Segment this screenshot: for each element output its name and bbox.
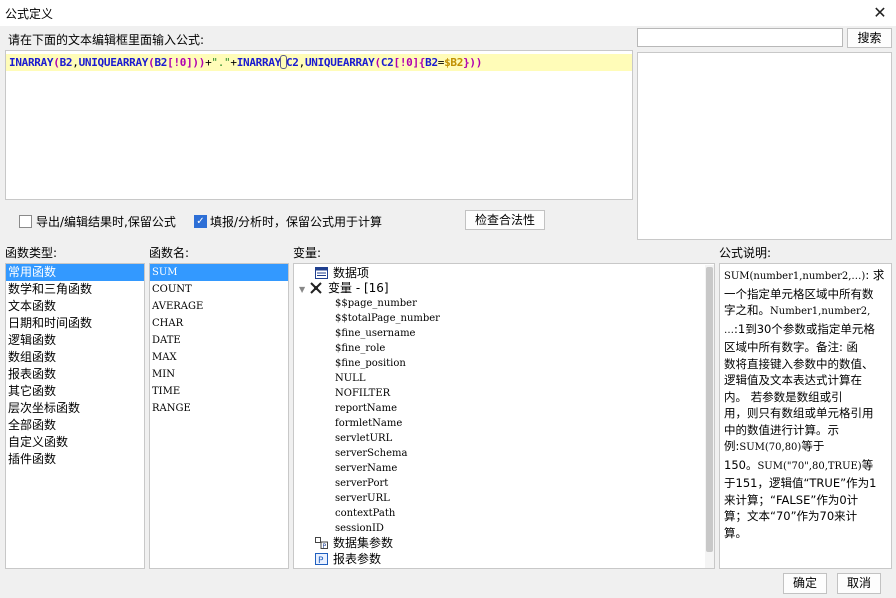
variable-item[interactable]: NOFILTER <box>335 386 390 401</box>
variable-item[interactable]: servletURL <box>335 431 392 446</box>
description-text: 区域中所有数字。备注: 函 <box>724 340 859 354</box>
variable-item[interactable]: formletName <box>335 416 402 431</box>
check-validity-button[interactable]: 检查合法性 <box>465 210 545 230</box>
variable-item[interactable]: $fine_position <box>335 356 406 371</box>
scroll-thumb[interactable] <box>706 267 713 552</box>
description-text: 用，则只有数组或单元格引用 <box>724 406 874 420</box>
description-header: 公式说明: <box>719 246 772 260</box>
description-text: 数将直接键入参数中的数值、 <box>724 356 874 371</box>
close-icon[interactable]: ✕ <box>870 3 890 23</box>
variable-item[interactable]: $fine_role <box>335 341 385 356</box>
cancel-button[interactable]: 取消 <box>837 573 881 594</box>
window-title: 公式定义 <box>5 7 54 21</box>
variable-item[interactable]: NULL <box>335 371 365 386</box>
description-text: 等于 <box>801 439 825 453</box>
function-type-item[interactable]: 其它函数 <box>6 383 144 400</box>
function-name-item[interactable]: RANGE <box>150 400 288 417</box>
function-type-item[interactable]: 数组函数 <box>6 349 144 366</box>
variable-item[interactable]: serverSchema <box>335 446 407 461</box>
description-text: 算；文本“70”作为70来计 <box>724 509 858 523</box>
description-text: 算。 <box>724 525 747 540</box>
description-text: :1到30个参数或指定单元格 <box>734 321 875 336</box>
variable-item[interactable]: contextPath <box>335 506 395 521</box>
search-button[interactable]: 搜索 <box>847 28 892 48</box>
description-text: Number1,number2, <box>770 306 871 317</box>
description-text: 字之和。 <box>724 303 770 317</box>
function-type-item[interactable]: 报表函数 <box>6 366 144 383</box>
function-name-item[interactable]: SUM <box>150 264 288 281</box>
dataset-param-icon: P <box>315 537 328 550</box>
formula-text[interactable]: INARRAY(B2,UNIQUEARRAY(B2[!0]))+"."+INAR… <box>9 55 482 69</box>
table-icon <box>315 267 328 279</box>
function-name-item[interactable]: TIME <box>150 383 288 400</box>
formula-editor[interactable]: INARRAY(B2,UNIQUEARRAY(B2[!0]))+"."+INAR… <box>5 50 633 200</box>
keep-formula-fill-label: 填报/分析时，保留公式用于计算 <box>210 215 383 229</box>
title-bar <box>0 0 896 26</box>
variable-item[interactable]: reportName <box>335 401 397 416</box>
description-text: SUM(70,80) <box>739 442 802 453</box>
function-type-item[interactable]: 日期和时间函数 <box>6 315 144 332</box>
function-name-item[interactable]: CHAR <box>150 315 288 332</box>
function-type-item[interactable]: 逻辑函数 <box>6 332 144 349</box>
function-type-item[interactable]: 文本函数 <box>6 298 144 315</box>
variable-item[interactable]: $fine_username <box>335 326 415 341</box>
function-type-item[interactable]: 全部函数 <box>6 417 144 434</box>
search-input[interactable] <box>637 28 843 47</box>
svg-text:P: P <box>318 556 324 565</box>
variable-item[interactable]: sessionID <box>335 521 384 536</box>
tree-node-report-params[interactable]: P 报表参数 <box>315 552 381 567</box>
function-name-item[interactable]: MIN <box>150 366 288 383</box>
variable-item[interactable]: $$page_number <box>335 296 417 311</box>
description-text: 等 <box>861 457 874 472</box>
variables-header: 变量: <box>293 246 322 260</box>
function-names-header: 函数名: <box>149 246 190 260</box>
variable-item[interactable]: $$totalPage_number <box>335 311 440 326</box>
description-text: 来计算；“FALSE”作为0计 <box>724 492 859 507</box>
function-type-item[interactable]: 插件函数 <box>6 451 144 468</box>
variables-scrollbar[interactable] <box>705 265 714 568</box>
description-text: 逻辑值及文本表达式计算在 <box>724 373 862 387</box>
function-type-item[interactable]: 数学和三角函数 <box>6 281 144 298</box>
tree-node-data-items[interactable]: 数据项 <box>315 266 369 281</box>
variable-item[interactable]: serverName <box>335 461 397 476</box>
description-text: 150。 <box>724 457 758 472</box>
tree-node-dataset-params[interactable]: P 数据集参数 <box>315 536 393 551</box>
chevron-down-icon[interactable]: ▼ <box>299 282 310 297</box>
current-line-highlight: INARRAY(B2,UNIQUEARRAY(B2[!0]))+"."+INAR… <box>6 54 632 71</box>
keep-formula-export-label: 导出/编辑结果时,保留公式 <box>36 215 176 229</box>
editor-prompt: 请在下面的文本编辑框里面输入公式: <box>8 33 205 47</box>
variable-item[interactable]: serverPort <box>335 476 388 491</box>
description-text: SUM(number1,number2,…) <box>724 271 866 282</box>
search-results-panel[interactable] <box>637 52 892 240</box>
function-type-item[interactable]: 常用函数 <box>6 264 144 281</box>
description-text: … <box>724 324 734 336</box>
description-text: 中的数值进行计算。示 <box>724 422 839 437</box>
function-types-list[interactable]: 常用函数 数学和三角函数 文本函数 日期和时间函数 逻辑函数 数组函数 报表函数 其它函数 层次… <box>5 263 145 569</box>
keep-formula-fill-checkbox[interactable]: ✓ <box>194 215 207 228</box>
function-type-item[interactable]: 自定义函数 <box>6 434 144 451</box>
function-name-item[interactable]: DATE <box>150 332 288 349</box>
ok-button[interactable]: 确定 <box>783 573 827 594</box>
function-types-header: 函数类型: <box>5 246 58 260</box>
variables-tree[interactable]: 数据项 ▼ 变量 - [16] $$page_number $$totalPage_… <box>293 263 715 569</box>
function-name-item[interactable]: AVERAGE <box>150 298 288 315</box>
variable-item[interactable]: serverURL <box>335 491 390 506</box>
description-text: : 求 <box>865 268 885 282</box>
description-text: SUM("70",80,TRUE) <box>757 460 862 472</box>
function-name-item[interactable]: COUNT <box>150 281 288 298</box>
function-names-list[interactable]: SUM COUNT AVERAGE CHAR DATE MAX MIN TIME RANGE <box>149 263 289 569</box>
formula-description: SUM(number1,number2,…): 求一个指定单元格区域中所有数 字之… <box>719 263 892 569</box>
function-name-item[interactable]: MAX <box>150 349 288 366</box>
description-text: 内。 若参数是数组或引 <box>724 389 843 404</box>
description-text: 一个指定单元格区域中所有数 <box>724 286 874 301</box>
description-text: 例: <box>724 439 740 453</box>
variable-icon <box>310 282 323 294</box>
function-type-item[interactable]: 层次坐标函数 <box>6 400 144 417</box>
svg-text:P: P <box>323 543 327 549</box>
keep-formula-export-checkbox[interactable] <box>19 215 32 228</box>
report-param-icon: P <box>315 553 328 566</box>
description-text: 于151，逻辑值“TRUE”作为1 <box>724 476 877 490</box>
tree-node-variables[interactable]: ▼ 变量 - [16] <box>299 281 389 296</box>
